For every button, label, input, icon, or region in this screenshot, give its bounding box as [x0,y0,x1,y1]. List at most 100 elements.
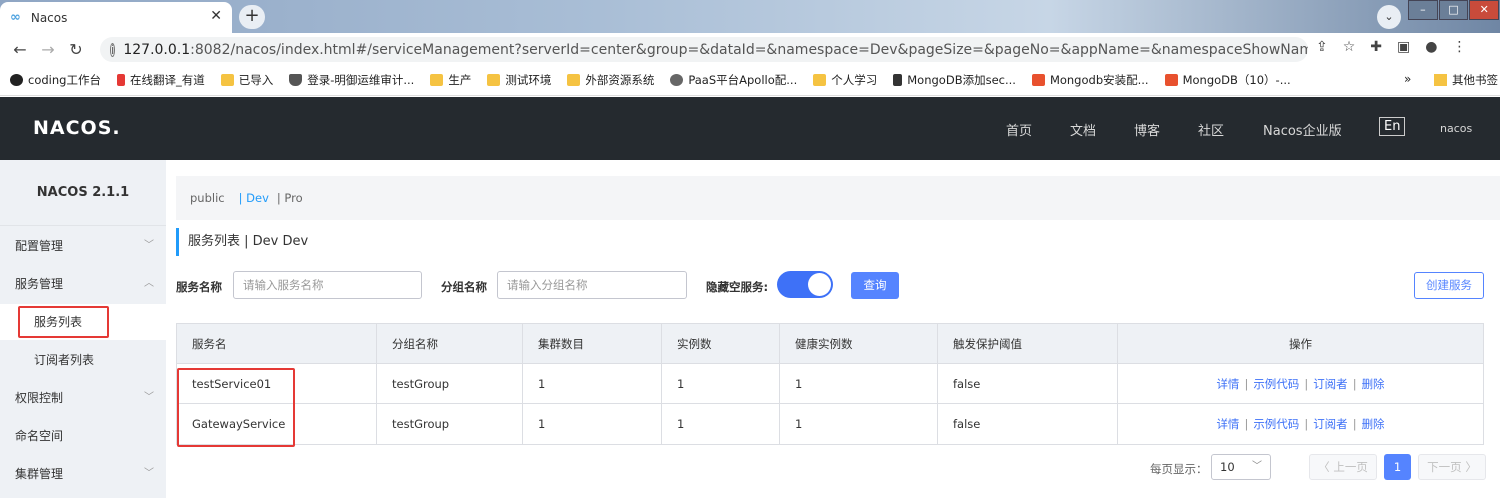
nacos-logo[interactable]: NACOS. [33,117,121,139]
chevron-down-icon: ﹀ [1252,461,1262,472]
bookmark-item[interactable]: 个人学习 [813,72,877,88]
bookmark-item[interactable]: 已导入 [220,72,273,88]
subscribers-link[interactable]: 订阅者 [1313,376,1348,392]
bookmark-item[interactable]: 外部资源系统 [567,72,654,88]
bookmark-item[interactable]: coding工作台 [10,72,101,88]
profile-avatar[interactable]: ● [1425,39,1437,55]
nav-home[interactable]: 首页 [1006,120,1032,139]
delete-link[interactable]: 删除 [1362,416,1385,432]
sidebar-item-namespace[interactable]: 命名空间 [0,418,166,454]
maximize-button[interactable]: □ [1438,0,1469,20]
share-icon[interactable]: ⇪ [1316,39,1328,55]
subscribers-link[interactable]: 订阅者 [1313,416,1348,432]
folder-icon [430,74,444,86]
cell-threshold: false [938,404,1118,444]
forward-icon[interactable]: → [34,40,62,59]
next-page-button[interactable]: 下一页 〉 [1418,454,1486,480]
highlight-box-service-list [18,306,109,338]
toggle-knob [808,273,831,296]
cell-clusters: 1 [523,364,662,403]
nav-blog[interactable]: 博客 [1134,120,1160,139]
bookmarks-bar: coding工作台 在线翻译_有道 已导入 登录-明御运维审计... 生产 测试… [0,65,1500,96]
chevron-up-icon: ︿ [144,278,154,289]
bookmark-item[interactable]: MongoDB添加sec... [893,72,1016,88]
user-name[interactable]: nacos [1440,122,1472,135]
sidebar-item-subscribers[interactable]: 订阅者列表 [0,342,166,378]
nav-community[interactable]: 社区 [1198,120,1224,139]
close-tab-icon[interactable]: ✕ [210,8,222,24]
details-link[interactable]: 详情 [1216,376,1239,392]
bookmark-item[interactable]: 生产 [430,72,471,88]
back-icon[interactable]: ← [6,40,34,59]
cell-healthy: 1 [780,404,938,444]
col-header: 触发保护阈值 [938,324,1118,363]
service-name-input[interactable]: 请输入服务名称 [233,271,422,299]
cell-operations: 详情 | 示例代码 | 订阅者 | 删除 [1216,376,1385,392]
hide-empty-label: 隐藏空服务: [706,280,769,294]
chevron-down-icon: ﹀ [144,392,154,403]
sidebar-item-service[interactable]: 服务管理 ︿ [0,266,166,302]
site-info-icon[interactable]: i [110,42,116,57]
new-tab-button[interactable]: + [239,5,265,29]
col-header: 服务名 [177,324,377,363]
other-bookmarks[interactable]: 其他书签 [1434,72,1498,88]
page-size-select[interactable]: 10 ﹀ [1211,454,1271,480]
namespace-dev[interactable]: | Dev [239,191,269,205]
bookmark-item[interactable]: 登录-明御运维审计... [289,72,414,88]
shield-icon [289,74,303,86]
sample-code-link[interactable]: 示例代码 [1253,376,1299,392]
sample-code-link[interactable]: 示例代码 [1253,416,1299,432]
cell-group: testGroup [377,404,523,444]
side-panel-icon[interactable]: ▣ [1397,39,1410,55]
cell-clusters: 1 [523,404,662,444]
reload-icon[interactable]: ↻ [62,40,90,59]
cell-threshold: false [938,364,1118,403]
language-toggle[interactable]: En [1379,117,1406,136]
url-field[interactable]: i 127.0.0.1:8082/nacos/index.html#/servi… [100,37,1308,62]
app-header: NACOS. 首页 文档 博客 社区 Nacos企业版 En nacos [0,97,1500,160]
toolbar-icons: ⇪ ☆ ✚ ▣ ● ⋮ [1316,39,1466,55]
query-button[interactable]: 查询 [851,272,899,299]
page-title: 服务列表 | Dev Dev [176,228,308,256]
service-name-label: 服务名称 [176,280,222,294]
col-header: 分组名称 [377,324,523,363]
namespace-public[interactable]: public [190,191,225,205]
folder-icon [1434,74,1447,86]
bookmark-item[interactable]: PaaS平台Apollo配... [670,72,797,88]
tab-search-icon[interactable]: ⌄ [1377,5,1401,29]
bookmark-item[interactable]: MongoDB（10）-... [1164,72,1291,88]
browser-tab[interactable]: ∞ Nacos ✕ [0,2,232,33]
table-row: testService01 testGroup 1 1 1 false 详情 | … [177,364,1483,404]
nav-docs[interactable]: 文档 [1070,120,1096,139]
sidebar-item-config[interactable]: 配置管理 ﹀ [0,228,166,264]
bookmarks-more-button[interactable]: » [1404,72,1411,86]
prev-page-button[interactable]: 〈 上一页 [1309,454,1377,480]
bookmark-item[interactable]: Mongodb安装配... [1031,72,1149,88]
group-name-input[interactable]: 请输入分组名称 [497,271,687,299]
create-service-button[interactable]: 创建服务 [1414,272,1484,299]
sidebar-item-cluster[interactable]: 集群管理 ﹀ [0,456,166,492]
extensions-icon[interactable]: ✚ [1370,39,1382,55]
details-link[interactable]: 详情 [1216,416,1239,432]
col-header: 集群数目 [523,324,662,363]
bookmark-star-icon[interactable]: ☆ [1343,39,1356,55]
bookmark-item[interactable]: 在线翻译_有道 [116,72,205,88]
url-host: 127.0.0.1 [123,41,191,58]
folder-icon [567,74,581,86]
folder-icon [813,74,827,86]
current-page-button[interactable]: 1 [1384,454,1411,480]
nacos-tab-icon: ∞ [10,10,21,25]
browser-tab-strip: ∞ Nacos ✕ + ⌄ – □ ✕ [0,0,1500,33]
delete-link[interactable]: 删除 [1362,376,1385,392]
menu-icon[interactable]: ⋮ [1452,39,1466,55]
nav-enterprise[interactable]: Nacos企业版 [1263,120,1342,139]
chevron-down-icon: ﹀ [144,240,154,251]
namespace-pro[interactable]: | Pro [277,191,303,205]
folder-icon [220,74,234,86]
close-window-button[interactable]: ✕ [1469,0,1500,20]
hide-empty-toggle[interactable] [777,271,833,298]
table-header-row: 服务名 分组名称 集群数目 实例数 健康实例数 触发保护阈值 操作 [177,324,1483,364]
sidebar-item-auth[interactable]: 权限控制 ﹀ [0,380,166,416]
minimize-button[interactable]: – [1408,0,1438,20]
bookmark-item[interactable]: 测试环境 [487,72,551,88]
